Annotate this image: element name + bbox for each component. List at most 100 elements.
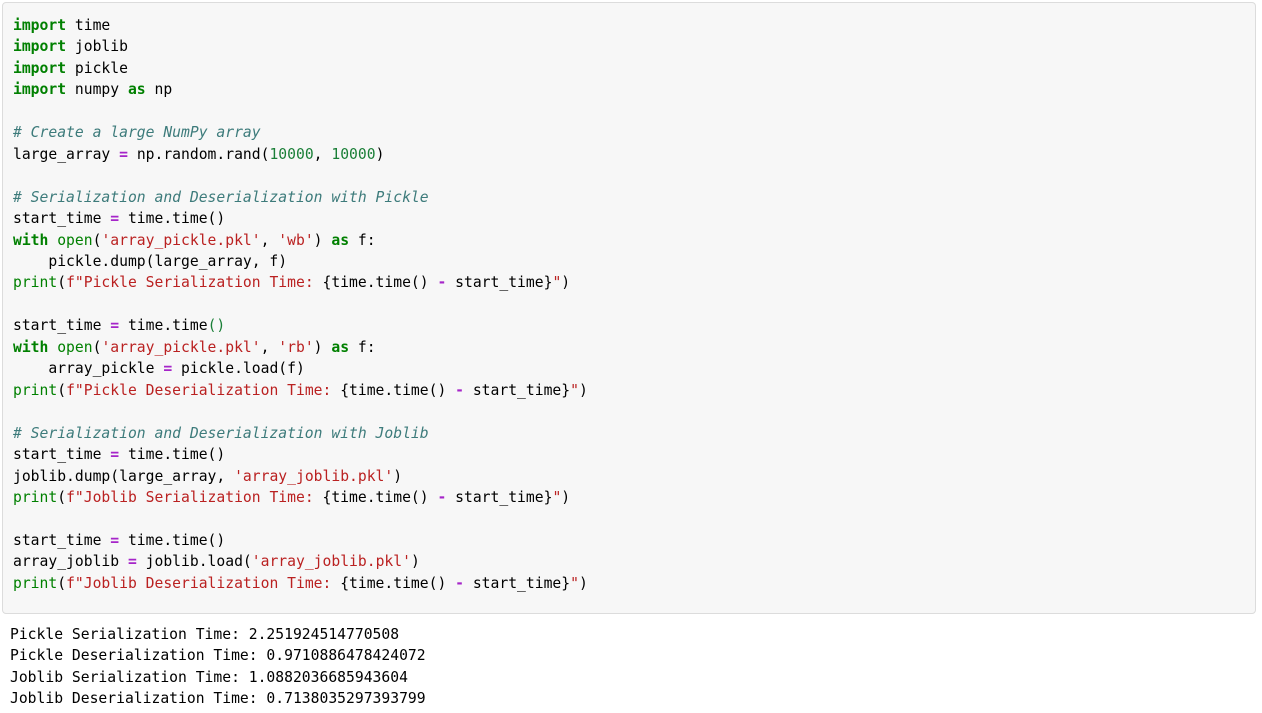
token-alias: np (154, 81, 173, 99)
token-interp: start_time} (464, 574, 571, 592)
token-operator: = (110, 531, 120, 549)
output-line: Pickle Serialization Time: 2.25192451477… (10, 626, 400, 643)
token-operator: - (437, 488, 447, 506)
token-keyword: import (13, 17, 67, 34)
token-call: pickle.dump(large_array, f) (13, 252, 288, 270)
token-keyword: with (13, 338, 49, 356)
token-comment: # Serialization and Deserialization with… (13, 424, 429, 442)
token-fstring: " (552, 488, 562, 506)
token-punct: ) (313, 231, 332, 249)
token-name: f: (357, 338, 376, 356)
token-name: start_time (13, 210, 102, 228)
token-name: f: (357, 231, 376, 249)
token-operator: = (163, 360, 173, 378)
token-call: time.time (127, 317, 208, 335)
output-cell: Pickle Serialization Time: 2.25192451477… (10, 624, 1250, 710)
code-line: print(f"Joblib Serialization Time: {time… (13, 487, 1255, 508)
token-keyword: import (13, 38, 67, 56)
token-operator: = (127, 553, 137, 571)
token-string: 'rb' (278, 338, 314, 356)
token-name: start_time (13, 446, 102, 464)
token-punct: ( (57, 488, 67, 506)
token-builtin: print (13, 488, 58, 506)
code-line: start_time = time.time() (13, 530, 1255, 551)
token-operator: = (119, 145, 128, 163)
token-keyword: as (331, 231, 350, 249)
token-name: array_pickle (13, 360, 164, 378)
token-call: pickle.load(f) (172, 360, 305, 378)
token-number: 10000 (331, 145, 376, 163)
token-builtin: open (57, 338, 93, 356)
token-punct: ) (578, 381, 588, 399)
token-string: 'array_pickle.pkl' (101, 338, 261, 356)
token-module: numpy (74, 81, 120, 99)
token-name: np.random.rand( (136, 145, 270, 163)
token-keyword: as (331, 338, 350, 356)
code-line: array_joblib = joblib.load('array_joblib… (13, 551, 1255, 572)
code-line: import numpy as np (13, 79, 1255, 100)
token-call: time.time() (127, 210, 226, 228)
code-line: joblib.dump(large_array, 'array_joblib.p… (13, 466, 1255, 487)
token-call: time.time() (127, 446, 226, 464)
token-keyword: import (13, 81, 67, 99)
token-operator: = (110, 446, 120, 464)
token-fstring: f"Pickle Deserialization Time: (66, 381, 341, 399)
output-listing: Pickle Serialization Time: 2.25192451477… (10, 624, 1250, 710)
token-keyword: import (13, 59, 67, 77)
code-line: import joblib (13, 36, 1255, 57)
token-punct: , (260, 231, 279, 249)
token-fstring: f"Joblib Deserialization Time: (66, 574, 341, 592)
token-name: array_joblib (13, 553, 120, 571)
code-line: with open('array_pickle.pkl', 'wb') as f… (13, 230, 1255, 251)
token-string: 'wb' (278, 231, 314, 249)
token-punct: ) (393, 467, 403, 485)
code-line: with open('array_pickle.pkl', 'rb') as f… (13, 337, 1255, 358)
token-interp: start_time} (446, 488, 553, 506)
token-fstring: f"Pickle Serialization Time: (66, 274, 323, 292)
code-cell[interactable]: import time import joblib import pickle imp… (2, 2, 1256, 614)
token-module: joblib (74, 38, 128, 56)
token-punct: , (313, 145, 332, 163)
code-line: pickle.dump(large_array, f) (13, 251, 1255, 272)
token-punct: ( (57, 274, 67, 292)
token-comment: # Serialization and Deserialization with… (13, 188, 429, 206)
token-string: 'array_pickle.pkl' (101, 231, 261, 249)
output-line: Pickle Deserialization Time: 0.971088647… (10, 647, 426, 665)
token-name: start_time (13, 317, 102, 335)
token-punct: ) (313, 338, 332, 356)
token-interp: {time.time() (340, 381, 456, 399)
token-call: joblib.load( (145, 553, 252, 571)
token-fstring: " (552, 274, 562, 292)
output-line: Joblib Deserialization Time: 0.713803529… (10, 690, 426, 708)
code-line: start_time = time.time() (13, 444, 1255, 465)
token-operator: - (437, 274, 447, 292)
token-builtin: open (57, 231, 93, 249)
code-line: import pickle (13, 58, 1255, 79)
token-operator: = (110, 317, 120, 335)
code-listing[interactable]: import time import joblib import pickle imp… (3, 3, 1255, 594)
token-keyword: with (13, 231, 49, 249)
token-builtin: print (13, 574, 58, 592)
token-interp: {time.time() (322, 274, 438, 292)
token-name: large_array (13, 145, 111, 163)
code-line: # Serialization and Deserialization with… (13, 187, 1255, 208)
token-number: 10000 (269, 145, 314, 163)
code-line: print(f"Joblib Deserialization Time: {ti… (13, 573, 1255, 594)
token-name: start_time (13, 531, 102, 549)
code-line: print(f"Pickle Serialization Time: {time… (13, 272, 1255, 293)
code-line: print(f"Pickle Deserialization Time: {ti… (13, 380, 1255, 401)
token-punct: ) (578, 574, 588, 592)
token-builtin: print (13, 274, 58, 292)
token-string: 'array_joblib.pkl' (234, 467, 394, 485)
output-line: Joblib Serialization Time: 1.08820366859… (10, 668, 408, 686)
token-fstring: " (570, 574, 579, 592)
token-interp: {time.time() (322, 488, 438, 506)
token-operator: - (455, 381, 464, 399)
token-module: pickle (74, 59, 128, 77)
code-line: array_pickle = pickle.load(f) (13, 358, 1255, 379)
